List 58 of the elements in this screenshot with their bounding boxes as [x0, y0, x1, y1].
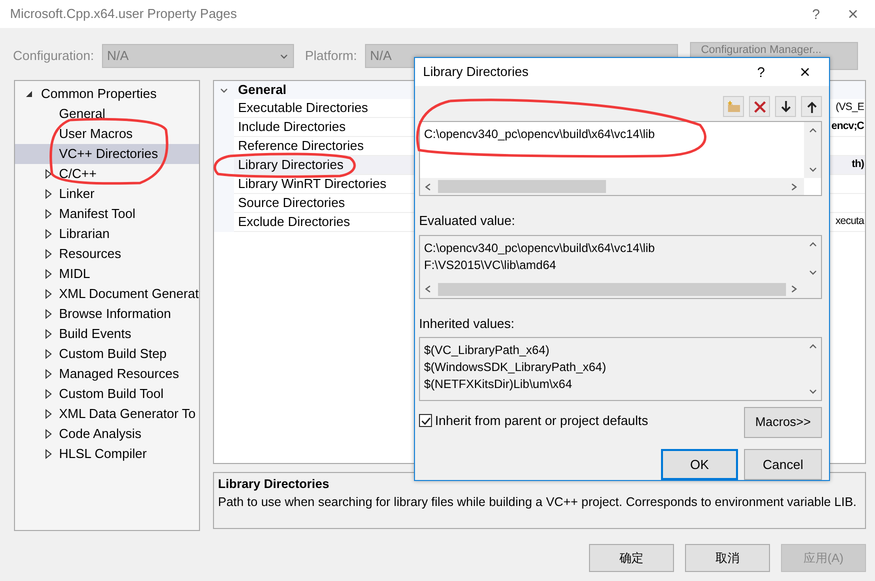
- dialog-button[interactable]: 取消: [685, 544, 770, 572]
- property-name[interactable]: Source Directories: [238, 193, 418, 213]
- scrollbar-thumb[interactable]: [438, 180, 606, 193]
- macros-button[interactable]: Macros>>: [744, 407, 822, 438]
- description-title: Library Directories: [218, 476, 330, 493]
- help-button[interactable]: ?: [801, 4, 831, 24]
- ok-button[interactable]: OK: [661, 449, 738, 480]
- tree-item[interactable]: Managed Resources: [59, 364, 179, 384]
- path-text: C:\opencv340_pc\opencv\build\x64\vc14\lib: [424, 126, 655, 143]
- inherited-label: Inherited values:: [419, 314, 514, 332]
- tree-item[interactable]: User Macros: [59, 124, 133, 144]
- tree-item[interactable]: MIDL: [59, 264, 90, 284]
- category-header[interactable]: General: [234, 80, 286, 100]
- evaluated-label: Evaluated value:: [419, 212, 516, 230]
- move-down-icon[interactable]: [775, 96, 796, 117]
- window-title: Microsoft.Cpp.x64.user Property Pages: [10, 5, 237, 24]
- property-value: xecuta: [835, 214, 864, 230]
- configuration-label: Configuration:: [13, 47, 94, 66]
- path-text: $(VC_LibraryPath_x64): [424, 342, 550, 359]
- tree-item[interactable]: HLSL Compiler: [59, 444, 147, 464]
- property-value: encv;C: [831, 119, 864, 134]
- property-value: th): [852, 157, 864, 172]
- tree-item[interactable]: XML Data Generator To: [59, 404, 196, 424]
- tree-item[interactable]: Browse Information: [59, 304, 171, 324]
- property-name[interactable]: Exclude Directories: [238, 212, 418, 232]
- property-name[interactable]: Library WinRT Directories: [238, 174, 418, 194]
- tree-item[interactable]: Build Events: [59, 324, 132, 344]
- property-name[interactable]: Include Directories: [238, 117, 418, 137]
- inherit-checkbox[interactable]: [419, 414, 432, 428]
- checkbox-label: Inherit from parent or project defaults: [435, 412, 648, 430]
- path-text: C:\opencv340_pc\opencv\build\x64\vc14\lib: [424, 240, 655, 256]
- expanded-arrow-icon[interactable]: [25, 90, 33, 98]
- tree-item[interactable]: C/C++: [59, 164, 97, 184]
- close-button[interactable]: ×: [831, 0, 875, 28]
- scrollbar-thumb[interactable]: [438, 282, 786, 296]
- path-text: $(WindowsSDK_LibraryPath_x64): [424, 359, 606, 376]
- tree-item[interactable]: Code Analysis: [59, 424, 142, 444]
- property-name[interactable]: Reference Directories: [238, 136, 418, 156]
- description-text: Path to use when searching for library files while building a VC++ project. Corresponds to environment variable LIB.: [218, 494, 858, 511]
- tree-item[interactable]: XML Document Generat: [59, 284, 199, 304]
- tree-item[interactable]: Resources: [59, 244, 122, 264]
- path-text: F:\VS2015\VC\lib\amd64: [424, 256, 556, 274]
- tree-item[interactable]: Librarian: [59, 224, 110, 244]
- tree-item[interactable]: Custom Build Step: [59, 344, 167, 364]
- dialog-button[interactable]: 确定: [589, 544, 674, 572]
- path-text: $(NETFXKitsDir)Lib\um\x64: [424, 376, 572, 393]
- delete-icon[interactable]: [749, 96, 770, 117]
- platform-label: Platform:: [304, 47, 357, 66]
- property-name[interactable]: Executable Directories: [238, 98, 418, 118]
- cancel-button[interactable]: Cancel: [744, 449, 822, 480]
- move-up-icon[interactable]: [801, 96, 822, 117]
- tree-item[interactable]: Custom Build Tool: [59, 384, 164, 404]
- property-name[interactable]: Library Directories: [238, 155, 418, 175]
- property-value: (VS_E: [836, 100, 864, 116]
- tree-item[interactable]: General: [59, 104, 106, 124]
- tree-item[interactable]: Common Properties: [41, 84, 157, 104]
- tree-item[interactable]: Manifest Tool: [59, 204, 136, 224]
- tree-item[interactable]: Linker: [59, 184, 94, 204]
